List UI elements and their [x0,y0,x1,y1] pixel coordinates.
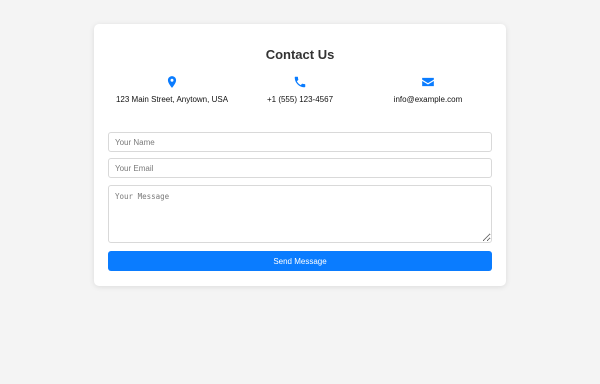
page-title: Contact Us [265,47,335,62]
contact-info-email: info@example.com [364,75,492,104]
contact-info-row: 123 Main Street, Anytown, USA +1 (555) 1… [108,75,492,104]
email-text: info@example.com [393,95,463,104]
envelope-icon [422,77,434,87]
address-text: 123 Main Street, Anytown, USA [115,95,229,104]
name-input[interactable] [108,132,492,152]
email-input[interactable] [108,158,492,178]
contact-info-phone: +1 (555) 123-4567 [236,75,364,104]
phone-icon [294,76,306,88]
contact-card: Contact Us 123 Main Street, Anytown, USA… [94,24,506,286]
phone-text: +1 (555) 123-4567 [266,95,334,104]
contact-info-address: 123 Main Street, Anytown, USA [108,75,236,104]
send-message-button[interactable]: Send Message [108,251,492,271]
message-textarea[interactable] [108,185,492,243]
location-pin-icon [167,76,177,88]
